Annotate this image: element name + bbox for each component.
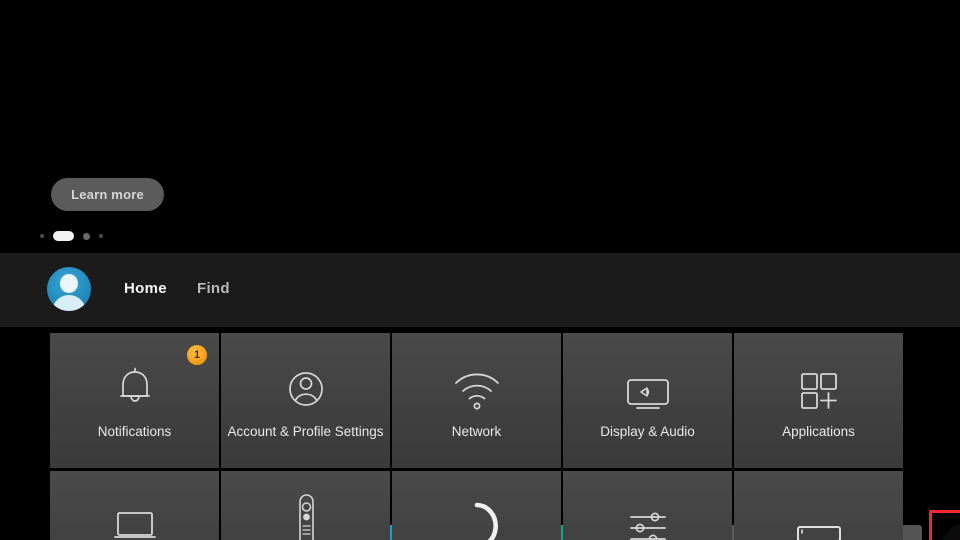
alexa-ring-icon [474,502,498,540]
settings-tile-controllers-devices[interactable] [221,471,390,540]
tile-label: Applications [782,424,855,439]
gear-icon [952,534,960,540]
settings-tile-grid: Notifications 1 Account & Profile Settin… [50,333,904,540]
tile-icon-wrap [109,487,161,540]
tile-label: Notifications [97,424,172,439]
notifications-badge: 1 [187,345,207,365]
avatar[interactable] [47,267,91,311]
settings-tile-applications[interactable]: Applications [734,333,903,468]
tile-icon-wrap [623,487,673,540]
tile-label: Account & Profile Settings [227,424,384,439]
tile-label: Network [451,424,502,439]
tile-icon-wrap [793,487,845,540]
settings-tile-network[interactable]: Network [392,333,561,468]
account-icon [288,372,323,406]
carousel-dot-1[interactable] [40,234,44,238]
carousel-dot-2-active[interactable] [53,231,74,241]
avatar-head [60,274,78,293]
nav-item-home[interactable]: Home [124,280,167,297]
carousel-dot-4[interactable] [99,234,103,238]
tile-icon-wrap [452,349,502,417]
carousel-dots[interactable] [40,231,103,241]
tv-device-icon [113,512,156,538]
gear-circle-background [941,523,960,540]
tile-icon-wrap [453,487,501,540]
wifi-icon [454,373,499,410]
avatar-body [52,295,86,311]
hero-banner: Learn more [0,0,960,253]
settings-tile-notifications[interactable]: Notifications 1 [50,333,219,468]
settings-tile-display-audio[interactable]: Display & Audio [563,333,732,468]
carousel-dot-3[interactable] [83,232,90,240]
settings-tile-alexa[interactable] [392,471,561,540]
tile-icon-wrap [283,349,329,417]
battery-icon [796,526,841,540]
tile-icon-wrap [291,487,321,540]
tile-label: Display & Audio [600,424,695,439]
settings-tile-preferences[interactable] [563,471,732,540]
settings-tile-account-profile-settings[interactable]: Account & Profile Settings [221,333,390,468]
top-navigation-bar: Home Find prime video internet [0,253,960,540]
sliders-icon [629,512,666,540]
settings-gear-button[interactable] [929,510,960,540]
learn-more-button[interactable]: Learn more [51,178,164,211]
tile-icon-wrap [795,349,843,417]
tile-icon-wrap [621,349,675,417]
settings-tile-my-fire-tv[interactable] [734,471,903,540]
bell-icon [119,367,150,402]
nav-item-find[interactable]: Find [197,280,230,297]
display-icon [626,379,669,409]
tile-icon-wrap [112,349,158,417]
settings-tile-device-software[interactable] [50,471,219,540]
fire-tv-settings-screen: Learn more Home Find prime video [0,0,960,540]
apps-grid-icon [800,373,837,409]
remote-icon [298,494,314,540]
